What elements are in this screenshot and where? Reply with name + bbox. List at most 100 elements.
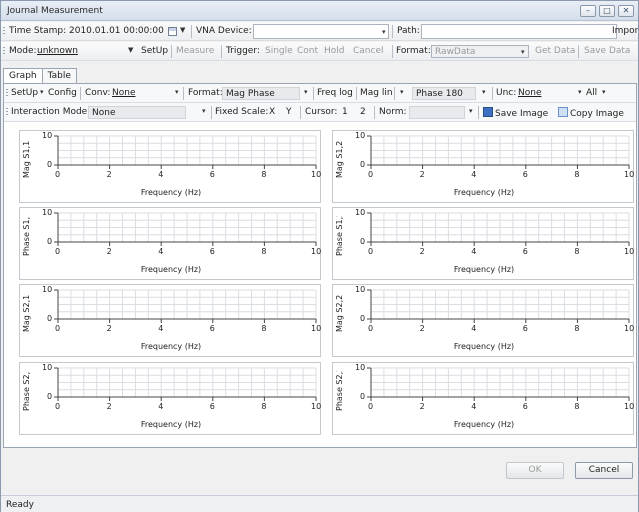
separator <box>356 87 357 100</box>
format-select[interactable]: RawData ▾ <box>431 45 529 58</box>
freq-log-toggle[interactable]: Freq log <box>317 88 353 98</box>
plot-6[interactable]: 0 2 4 6 8 10 0 10 Mag S2,2 Frequency (Hz) <box>332 284 634 357</box>
y-tick-label: 0 <box>360 314 366 323</box>
chevron-down-icon[interactable]: ▾ <box>482 88 486 96</box>
cancel-measure-button[interactable]: Cancel <box>353 46 384 56</box>
chevron-down-icon[interactable]: ▾ <box>304 88 308 96</box>
fixed-scale-x-toggle[interactable]: X <box>269 107 275 117</box>
x-tick-label: 8 <box>574 402 580 411</box>
toolbar-grip[interactable] <box>3 47 5 56</box>
close-button[interactable]: ✕ <box>618 5 634 17</box>
graph-format-select[interactable]: Mag Phase <box>222 87 300 100</box>
y-tick-label: 0 <box>47 314 53 323</box>
plot-2[interactable]: 0 2 4 6 8 10 0 10 Mag S1,2 Frequency (Hz) <box>332 130 634 203</box>
chevron-down-icon[interactable]: ▾ <box>175 88 179 96</box>
x-tick-label: 2 <box>419 402 425 411</box>
calendar-icon[interactable] <box>168 27 177 36</box>
import-button[interactable]: Import <box>612 26 638 36</box>
config-button[interactable]: Config <box>48 88 77 98</box>
setup-button[interactable]: SetUp <box>141 46 168 56</box>
get-data-button[interactable]: Get Data <box>535 46 575 56</box>
toolbar-grip[interactable] <box>6 89 8 98</box>
cancel-button[interactable]: Cancel <box>575 462 633 479</box>
trigger-cont-button[interactable]: Cont <box>297 46 318 56</box>
mag-lin-toggle[interactable]: Mag lin <box>360 88 393 98</box>
norm-select[interactable] <box>409 106 465 119</box>
fixed-scale-y-toggle[interactable]: Y <box>286 107 292 117</box>
timestamp-value[interactable]: 2010.01.01 00:00:00 <box>69 26 164 36</box>
toolbar-grip[interactable] <box>6 108 8 117</box>
y-tick-label: 0 <box>360 160 366 169</box>
separator <box>492 87 493 100</box>
chevron-down-icon[interactable]: ▼ <box>128 46 133 54</box>
y-tick-label: 10 <box>42 131 53 140</box>
x-tick-label: 8 <box>261 402 267 411</box>
plot-5[interactable]: 0 2 4 6 8 10 0 10 Mag S2,1 Frequency (Hz) <box>19 284 321 357</box>
x-tick-label: 8 <box>261 324 267 333</box>
chevron-down-icon[interactable]: ▾ <box>202 107 206 115</box>
toolbar-grip[interactable] <box>3 27 5 36</box>
tab-table[interactable]: Table <box>41 68 77 83</box>
mode-select[interactable]: unknown <box>37 46 78 56</box>
x-tick-label: 0 <box>55 324 61 333</box>
plot-1[interactable]: 0 2 4 6 8 10 0 10 Mag S1,1 Frequency (Hz) <box>19 130 321 203</box>
chevron-down-icon[interactable]: ▾ <box>602 88 606 96</box>
conv-select[interactable]: None <box>112 88 135 98</box>
y-tick-label: 10 <box>355 285 366 294</box>
x-tick-label: 8 <box>574 324 580 333</box>
all-button[interactable]: All <box>586 88 597 98</box>
tab-graph[interactable]: Graph <box>3 68 43 84</box>
x-tick-label: 8 <box>261 170 267 179</box>
unc-select[interactable]: None <box>518 88 541 98</box>
y-tick-label: 0 <box>47 392 53 401</box>
cursor-2-toggle[interactable]: 2 <box>360 107 366 117</box>
separator <box>300 106 301 119</box>
save-data-button[interactable]: Save Data <box>584 46 630 56</box>
measure-button[interactable]: Measure <box>176 46 214 56</box>
chevron-down-icon[interactable]: ▾ <box>40 88 44 96</box>
chevron-down-icon[interactable]: ▾ <box>469 107 473 115</box>
x-tick-label: 10 <box>311 247 322 256</box>
separator <box>171 45 172 58</box>
vna-device-combo[interactable]: ▾ <box>253 24 389 39</box>
plot-4[interactable]: 0 2 4 6 8 10 0 10 Phase S1,2 [Frequency (Hz) <box>332 207 634 280</box>
x-tick-label: 2 <box>419 247 425 256</box>
x-tick-label: 4 <box>158 170 164 179</box>
graph-interaction-toolbar: Interaction Mode: None ▾ Fixed Scale: X … <box>4 103 636 122</box>
norm-label: Norm: <box>379 107 407 117</box>
x-tick-label: 10 <box>311 402 322 411</box>
path-input[interactable] <box>421 24 617 39</box>
maximize-button[interactable]: □ <box>599 5 615 17</box>
plot-8[interactable]: 0 2 4 6 8 10 0 10 Phase S2,2 [Frequency (Hz) <box>332 362 634 435</box>
y-axis-label: Mag S2,1 <box>22 294 31 332</box>
ok-button[interactable]: OK <box>506 462 564 479</box>
path-label: Path: <box>397 26 420 36</box>
graph-setup-button[interactable]: SetUp <box>11 88 38 98</box>
plot-7[interactable]: 0 2 4 6 8 10 0 10 Phase S2,1 [Frequency (Hz) <box>19 362 321 435</box>
y-axis-label: Phase S1,1 [ <box>22 216 31 256</box>
x-tick-label: 2 <box>106 247 112 256</box>
save-image-button[interactable]: Save Image <box>483 107 548 119</box>
journal-measurement-window: Journal Measurement – □ ✕ Time Stamp: 20… <box>0 0 639 512</box>
minimize-button[interactable]: – <box>580 5 596 17</box>
y-tick-label: 0 <box>360 392 366 401</box>
y-tick-label: 10 <box>355 131 366 140</box>
y-tick-label: 0 <box>360 237 366 246</box>
x-axis-label: Frequency (Hz) <box>453 188 515 197</box>
copy-image-button[interactable]: Copy Image <box>558 107 624 119</box>
phase-select[interactable]: Phase 180 <box>412 87 476 100</box>
interaction-mode-select[interactable]: None <box>88 106 186 119</box>
x-tick-label: 6 <box>522 402 528 411</box>
trigger-hold-button[interactable]: Hold <box>324 46 345 56</box>
chevron-down-icon[interactable]: ▼ <box>180 26 185 34</box>
x-axis-label: Frequency (Hz) <box>140 420 202 429</box>
chevron-down-icon: ▾ <box>521 48 525 56</box>
chevron-down-icon[interactable]: ▾ <box>400 88 404 96</box>
cursor-1-toggle[interactable]: 1 <box>342 107 348 117</box>
x-tick-label: 10 <box>624 324 635 333</box>
separator <box>221 45 222 58</box>
plot-3[interactable]: 0 2 4 6 8 10 0 10 Phase S1,1 [Frequency (Hz) <box>19 207 321 280</box>
chevron-down-icon[interactable]: ▾ <box>578 88 582 96</box>
y-tick-label: 10 <box>355 208 366 217</box>
trigger-single-button[interactable]: Single <box>265 46 293 56</box>
